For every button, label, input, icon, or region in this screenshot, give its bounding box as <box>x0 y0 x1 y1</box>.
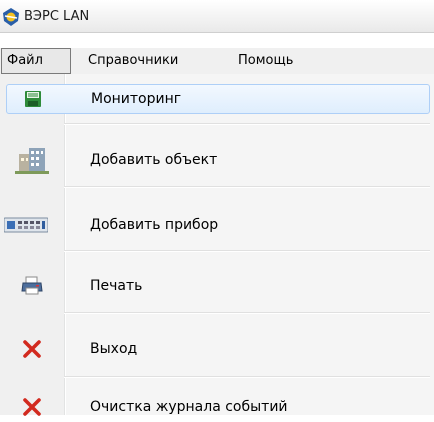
menu-bar: Файл Справочники Помощь <box>0 48 434 74</box>
window-title: ВЭРС LAN <box>24 9 90 24</box>
floppy-disk-icon <box>7 85 59 113</box>
file-dropdown-menu: Мониторинг Добавить объект Добавить приб… <box>0 74 434 416</box>
menu-item-label: Выход <box>90 341 138 357</box>
app-logo-icon <box>3 8 19 26</box>
menu-item-print[interactable]: Печать <box>6 271 430 301</box>
menu-item-monitoring[interactable]: Мониторинг <box>6 84 430 114</box>
red-x-icon <box>6 334 58 364</box>
menu-item-label: Мониторинг <box>91 91 182 107</box>
menu-item-label: Добавить прибор <box>90 217 219 233</box>
menu-references[interactable]: Справочники <box>82 48 184 74</box>
menu-separator <box>64 250 430 252</box>
menu-help[interactable]: Помощь <box>232 48 299 74</box>
menu-item-label: Добавить объект <box>90 152 218 168</box>
red-x-icon <box>6 392 58 422</box>
menu-separator <box>64 376 430 378</box>
title-bar: ВЭРС LAN <box>0 0 434 33</box>
menu-item-exit[interactable]: Выход <box>6 334 430 364</box>
menu-separator <box>64 312 430 314</box>
menu-file[interactable]: Файл <box>1 48 71 74</box>
menu-item-add-device[interactable]: Добавить прибор <box>4 210 430 240</box>
menu-separator <box>64 123 430 125</box>
menu-separator <box>64 186 430 188</box>
printer-icon <box>6 271 58 301</box>
building-icon <box>6 145 58 175</box>
menu-item-clear-event-log[interactable]: Очистка журнала событий <box>6 392 430 422</box>
menu-item-label: Очистка журнала событий <box>90 399 288 415</box>
device-icon <box>0 210 52 240</box>
menu-item-label: Печать <box>90 278 143 294</box>
menu-item-add-object[interactable]: Добавить объект <box>6 145 430 175</box>
